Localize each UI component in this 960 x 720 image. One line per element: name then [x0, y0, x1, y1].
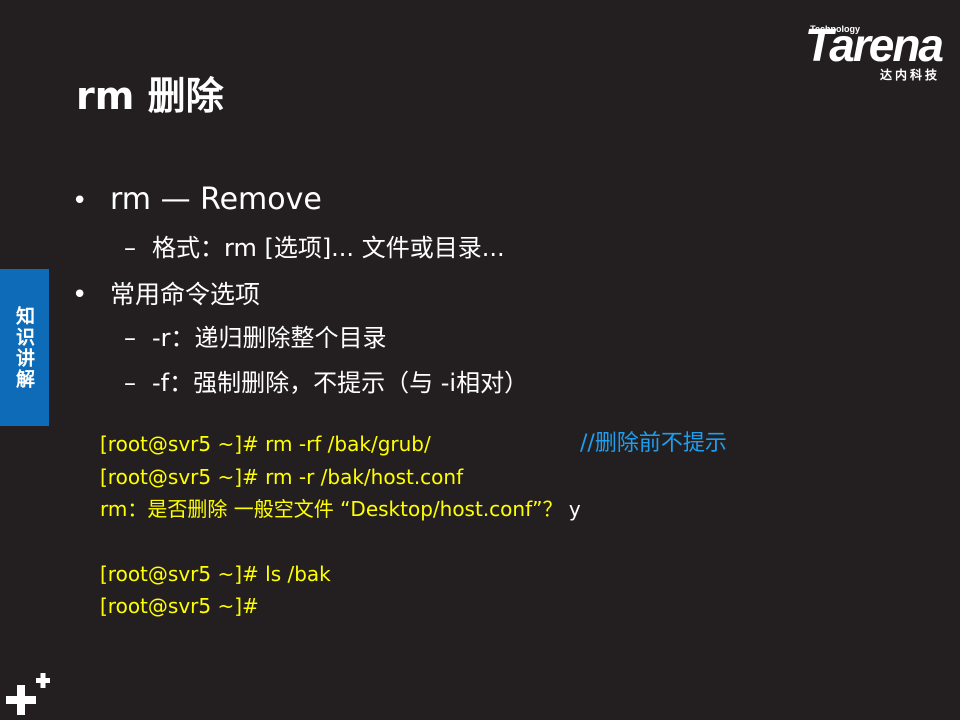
bullet-option-r: – -r：递归删除整个目录	[124, 323, 387, 353]
tarena-logo: Technology Tarena 达内科技	[772, 19, 944, 86]
bullet-format: – 格式：rm [选项]... 文件或目录...	[124, 233, 505, 263]
bullet-text: 常用命令选项	[110, 280, 261, 309]
slide: Technology Tarena 达内科技 rm 删除 知识讲解 • rm — …	[0, 0, 960, 720]
terminal-line-2: [root@svr5 ~]# rm -r /bak/host.conf	[100, 465, 464, 489]
side-tab-label: 知识讲解	[13, 305, 35, 390]
bullet-mark: –	[124, 234, 136, 262]
terminal-line-3: rm：是否删除 一般空文件 “Desktop/host.conf”？ y	[100, 496, 581, 522]
terminal-answer: y	[568, 497, 581, 521]
logo-wordmark: Tarena	[804, 19, 944, 71]
plus-icon	[6, 673, 50, 715]
bullet-common-options: • 常用命令选项	[72, 277, 260, 313]
bullet-mark: –	[124, 369, 136, 397]
bullet-text: rm — Remove	[110, 182, 322, 217]
terminal-line-1: [root@svr5 ~]# rm -rf /bak/grub/	[100, 432, 431, 456]
bullet-text: 格式：rm [选项]... 文件或目录...	[152, 234, 505, 262]
bullet-option-f: – -f：强制删除，不提示（与 -i相对）	[124, 368, 528, 398]
logo-chinese-text: 达内科技	[879, 68, 940, 82]
terminal-line-5: [root@svr5 ~]#	[100, 594, 259, 618]
bullet-mark: –	[124, 324, 136, 352]
bullet-mark: •	[72, 186, 88, 216]
side-tab: 知识讲解	[0, 269, 49, 426]
slide-title: rm 删除	[76, 74, 224, 118]
bullet-mark: •	[72, 280, 88, 310]
bullet-text: -r：递归删除整个目录	[152, 324, 387, 352]
terminal-line-4: [root@svr5 ~]# ls /bak	[100, 562, 331, 586]
bullet-text: -f：强制删除，不提示（与 -i相对）	[152, 369, 529, 397]
terminal-comment: //删除前不提示	[580, 431, 727, 456]
terminal-prompt-text: rm：是否删除 一般空文件 “Desktop/host.conf”？	[100, 497, 563, 521]
bullet-rm-remove: • rm — Remove	[72, 182, 322, 219]
